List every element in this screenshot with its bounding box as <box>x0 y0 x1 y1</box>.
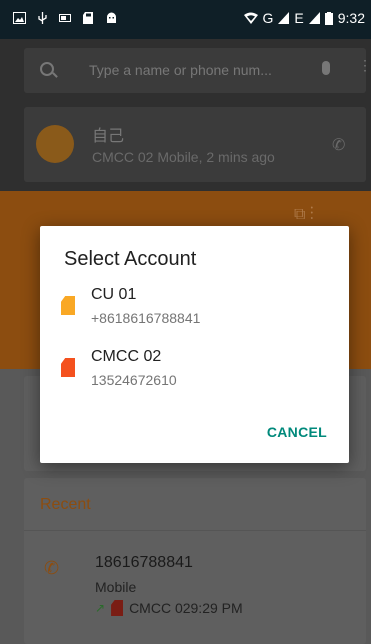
contact-name: 自己 <box>92 128 125 145</box>
recent-type: Mobile <box>95 579 137 595</box>
phone-icon[interactable]: ✆ <box>332 135 345 155</box>
battery-icon <box>324 11 333 25</box>
cancel-button[interactable]: CANCEL <box>267 424 327 440</box>
dialog-title: Select Account <box>64 248 197 270</box>
contact-subtitle: CMCC 02 Mobile, 2 mins ago <box>92 149 275 165</box>
sim-card-icon <box>61 296 75 315</box>
microphone-icon[interactable] <box>322 61 330 75</box>
screen-edge <box>371 0 379 644</box>
recent-meta: ↗ CMCC 029:29 PM <box>95 600 243 616</box>
overflow-menu-icon[interactable]: ⋮ <box>358 58 372 72</box>
search-icon <box>40 62 54 76</box>
sd-card-icon <box>83 12 93 24</box>
system-indicators: G E 9:32 <box>243 10 365 26</box>
wifi-icon <box>243 12 258 24</box>
divider <box>24 530 366 531</box>
sim-card-icon <box>61 358 75 377</box>
overflow-menu-icon[interactable]: ⧉ ⋮ <box>294 206 314 224</box>
signal-icon <box>278 12 290 24</box>
status-bar: G E 9:32 <box>0 0 371 39</box>
recent-number[interactable]: 18616788841 <box>95 554 193 572</box>
account-number: 13524672610 <box>91 372 177 388</box>
recent-meta-text: CMCC 029:29 PM <box>129 600 243 616</box>
usb-icon <box>38 12 47 24</box>
select-account-dialog: Select Account CU 01 +8618616788841 CMCC… <box>40 226 349 463</box>
gallery-icon <box>13 12 26 24</box>
recent-card: Recent ✆ 18616788841 Mobile ↗ CMCC 029:2… <box>24 478 366 644</box>
account-option-cmcc-02[interactable]: CMCC 02 13524672610 <box>40 348 349 406</box>
notification-icons <box>13 12 118 24</box>
self-contact-card[interactable]: 自己 CMCC 02 Mobile, 2 mins ago ✆ <box>24 107 366 182</box>
account-name: CMCC 02 <box>91 348 162 365</box>
search-input[interactable]: Type a name or phone num... <box>89 62 272 78</box>
app-screen: G E 9:32 Type a name or phone num... ⋮ 自… <box>0 0 379 644</box>
android-debug-icon <box>107 12 116 23</box>
clock: 9:32 <box>337 10 365 26</box>
network-type-label-2: E <box>294 10 304 26</box>
recent-title: Recent <box>40 496 91 513</box>
search-bar[interactable]: Type a name or phone num... ⋮ <box>24 48 372 93</box>
account-name: CU 01 <box>91 286 137 303</box>
account-option-cu-01[interactable]: CU 01 +8618616788841 <box>40 286 349 344</box>
avatar <box>36 125 74 163</box>
signal-icon-2 <box>308 12 320 24</box>
account-number: +8618616788841 <box>91 310 201 326</box>
battery-charging-icon <box>59 14 71 22</box>
outgoing-call-icon: ↗ <box>95 601 106 615</box>
phone-icon[interactable]: ✆ <box>44 558 59 579</box>
sim-card-icon <box>111 600 124 616</box>
network-type-label: G <box>262 10 274 26</box>
